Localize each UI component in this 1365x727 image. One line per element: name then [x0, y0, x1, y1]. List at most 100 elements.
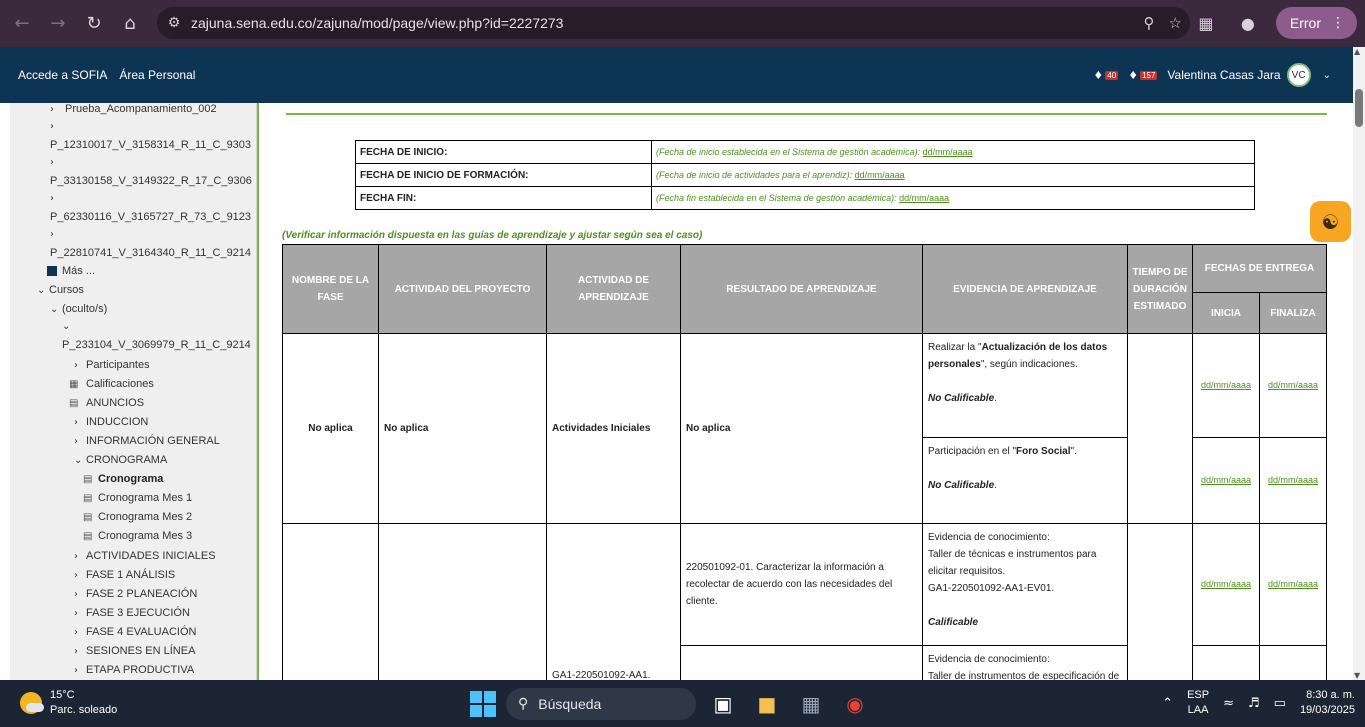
weather-text: Parc. soleado [50, 704, 118, 716]
sidebar-item[interactable]: › [50, 121, 60, 132]
sidebar-item-fase2[interactable]: › FASE 2 PLANEACIÓN [74, 588, 197, 600]
sidebar-item[interactable]: P_62330116_V_3165727_R_73_C_9123 [50, 211, 251, 223]
scrollbar-thumb[interactable] [1355, 89, 1363, 127]
sidebar-item-more[interactable]: Más ... [47, 265, 95, 277]
sidebar-item-calificaciones[interactable]: ▦ Calificaciones [69, 378, 154, 390]
extensions-icon[interactable]: ▦ [1192, 14, 1220, 33]
sofia-link[interactable]: Accede a SOFIA [18, 68, 107, 82]
table-icon: ▦ [69, 378, 79, 390]
reload-icon[interactable]: ↻ [76, 6, 112, 42]
chevron-down-icon[interactable]: ⌄ [1323, 70, 1331, 81]
battery-icon[interactable]: ▭ [1274, 696, 1286, 711]
zoom-icon[interactable]: ⚲ [1144, 14, 1155, 32]
date-link[interactable]: dd/mm/aaaa [1201, 380, 1251, 390]
profile-icon[interactable]: ● [1234, 14, 1262, 33]
cell-actividad-aprendizaje: GA1-220501092-AA1. Determinar los requis… [546, 523, 681, 680]
sidebar-item[interactable]: › [50, 229, 60, 240]
start-icon[interactable] [470, 691, 496, 717]
cell-resultado: No aplica [680, 333, 923, 524]
site-info-icon[interactable]: ⚙ [157, 15, 191, 31]
date-link[interactable]: dd/mm/aaaa [855, 170, 905, 180]
sidebar-item[interactable]: P_12310017_V_3158314_R_11_C_9303 [50, 139, 251, 151]
volume-icon[interactable]: ♬ [1248, 696, 1260, 711]
dates-table: FECHA DE INICIO: (Fecha de inicio establ… [355, 140, 1255, 210]
sidebar-item-cronograma-mes2[interactable]: ▤ Cronograma Mes 2 [83, 511, 192, 523]
chevron-up-icon[interactable]: ⌃ [1162, 696, 1173, 711]
language-indicator[interactable]: ESP LAA [1187, 688, 1209, 718]
date-label: FECHA FIN: [355, 186, 652, 210]
chevron-down-icon: ⌄ [37, 284, 46, 296]
page-scrollbar[interactable]: ▲ ▼ [1353, 47, 1365, 680]
messages-badge: 157 [1140, 70, 1158, 80]
date-link[interactable]: dd/mm/aaaa [1268, 579, 1318, 589]
chrome-icon[interactable]: ◉ [838, 687, 872, 721]
error-label: Error [1289, 15, 1321, 31]
forward-icon[interactable]: → [40, 6, 76, 42]
sidebar-item-hidden[interactable]: ⌄ (oculto/s) [50, 303, 107, 315]
task-view-icon[interactable]: ▣ [706, 687, 740, 721]
date-link[interactable]: dd/mm/aaaa [1268, 380, 1318, 390]
date-link[interactable]: dd/mm/aaaa [899, 193, 949, 203]
sidebar-item[interactable]: P_22810741_V_3164340_R_11_C_9214 [50, 247, 251, 259]
scroll-down-icon[interactable]: ▼ [1354, 671, 1360, 680]
header-actividad-aprendizaje: ACTIVIDAD DE APRENDIZAJE [546, 244, 681, 334]
handshake-icon[interactable]: ☯ [1310, 201, 1351, 242]
sidebar-item-cronograma[interactable]: ▤ Cronograma [83, 473, 163, 485]
chevron-right-icon: › [50, 103, 54, 115]
sidebar-item[interactable]: › Prueba_Acompanamiento_002 [50, 103, 217, 115]
header-inicia: INICIA [1192, 292, 1260, 334]
sidebar-item-cronograma-section[interactable]: ⌄ CRONOGRAMA [74, 454, 167, 466]
error-button[interactable]: Error ⋮ [1275, 7, 1357, 39]
cell-finaliza [1259, 645, 1327, 680]
date-value: (Fecha fin establecida en el Sistema de … [651, 186, 1255, 210]
home-icon[interactable]: ⌂ [112, 6, 148, 42]
sidebar-item-fase3[interactable]: › FASE 3 EJECUCIÓN [74, 607, 190, 619]
address-bar[interactable]: ⚙ zajuna.sena.edu.co/zajuna/mod/page/vie… [157, 7, 1190, 39]
date-link[interactable]: dd/mm/aaaa [923, 147, 973, 157]
sidebar-item-cursos[interactable]: ⌄ Cursos [37, 284, 84, 296]
sidebar-item[interactable]: ⌄ [62, 321, 72, 332]
date-link[interactable]: dd/mm/aaaa [1268, 475, 1318, 485]
sidebar-item-fase1[interactable]: › FASE 1 ANÁLISIS [74, 569, 175, 581]
cell-tiempo [1127, 523, 1193, 680]
weather-icon [20, 692, 44, 714]
search-icon: ⚲ [518, 696, 529, 712]
chevron-right-icon: › [74, 569, 78, 581]
clock[interactable]: 8:30 a. m. 19/03/2025 [1300, 688, 1355, 718]
area-personal-link[interactable]: Área Personal [119, 68, 195, 82]
avatar[interactable]: VC [1286, 63, 1311, 87]
sidebar-item-induccion[interactable]: › INDUCCION [74, 416, 148, 428]
date-link[interactable]: dd/mm/aaaa [1201, 475, 1251, 485]
sidebar-item-etapa-productiva[interactable]: › ETAPA PRODUCTIVA [74, 664, 194, 676]
sidebar-item-participantes[interactable]: › Participantes [74, 359, 150, 371]
weather-widget[interactable]: 15°C Parc. soleado [20, 688, 117, 718]
taskbar-search[interactable]: ⚲ Búsqueda [506, 688, 696, 720]
bell-icon[interactable]: ♦ [1093, 69, 1103, 82]
message-icon[interactable]: ♦ [1128, 69, 1138, 82]
sidebar-item-cronograma-mes3[interactable]: ▤ Cronograma Mes 3 [83, 530, 192, 542]
sidebar-item-course[interactable]: P_233104_V_3069979_R_11_C_9214 [62, 339, 251, 351]
star-icon[interactable]: ☆ [1169, 14, 1182, 32]
sidebar-item-sesiones[interactable]: › SESIONES EN LÍNEA [74, 645, 195, 657]
sidebar-item[interactable]: P_33130158_V_3149322_R_17_C_9306 [50, 175, 252, 187]
wifi-icon[interactable]: ≈ [1223, 696, 1234, 711]
file-explorer-icon[interactable]: ■ [750, 687, 784, 721]
scroll-up-icon[interactable]: ▲ [1354, 47, 1360, 56]
sidebar-item-info-general[interactable]: › INFORMACIÓN GENERAL [74, 435, 220, 447]
user-name[interactable]: Valentina Casas Jara [1167, 68, 1280, 82]
back-icon[interactable]: ← [4, 6, 40, 42]
sidebar-item-cronograma-mes1[interactable]: ▤ Cronograma Mes 1 [83, 492, 192, 504]
calculator-icon[interactable]: ▦ [794, 687, 828, 721]
cell-evidencia: Evidencia de conocimiento: Taller de téc… [922, 523, 1128, 646]
cell-fase [282, 523, 379, 680]
url-text[interactable]: zajuna.sena.edu.co/zajuna/mod/page/view.… [191, 15, 563, 31]
sidebar-item-anuncios[interactable]: ▤ ANUNCIOS [69, 397, 144, 409]
sidebar-item[interactable]: › [50, 193, 60, 204]
chevron-down-icon: ⌄ [50, 303, 59, 315]
sidebar-item-fase4[interactable]: › FASE 4 EVALUACIÓN [74, 626, 196, 638]
table-row: FECHA DE INICIO DE FORMACIÓN: (Fecha de … [355, 163, 1255, 187]
sidebar-item[interactable]: › [50, 157, 60, 168]
date-link[interactable]: dd/mm/aaaa [1201, 579, 1251, 589]
sidebar-item-actividades-iniciales[interactable]: › ACTIVIDADES INICIALES [74, 550, 216, 562]
chevron-right-icon: › [50, 121, 54, 132]
